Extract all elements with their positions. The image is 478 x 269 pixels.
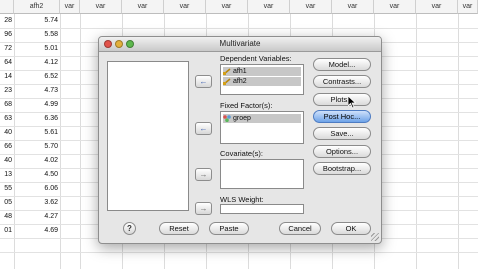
row-header-corner xyxy=(0,0,14,14)
fixed-factors-list[interactable]: groep xyxy=(220,111,304,144)
title-bar[interactable]: Multivariate xyxy=(99,37,381,52)
options-button[interactable]: Options... xyxy=(313,145,371,158)
multivariate-dialog: Multivariate ← ← → → Dependent Variables… xyxy=(98,36,382,244)
table-cell[interactable]: 4.69 xyxy=(14,224,58,238)
table-cell[interactable]: 4.02 xyxy=(14,154,58,168)
table-cell[interactable]: 68 xyxy=(0,98,12,112)
table-cell[interactable]: 55 xyxy=(0,182,12,196)
arrow-right-icon: → xyxy=(199,170,208,179)
cancel-button[interactable]: Cancel xyxy=(279,222,321,235)
plots-button[interactable]: Plots... xyxy=(313,93,371,106)
save-button[interactable]: Save... xyxy=(313,127,371,140)
reset-button[interactable]: Reset xyxy=(159,222,199,235)
nominal-variable-icon xyxy=(223,115,231,122)
table-cell[interactable]: 13 xyxy=(0,168,12,182)
column-header[interactable]: var xyxy=(122,0,164,14)
table-cell[interactable]: 66 xyxy=(0,140,12,154)
wls-weight-field[interactable] xyxy=(220,204,304,214)
ok-button[interactable]: OK xyxy=(331,222,371,235)
table-cell[interactable]: 4.27 xyxy=(14,210,58,224)
table-cell[interactable]: 63 xyxy=(0,112,12,126)
table-cell[interactable]: 01 xyxy=(0,224,12,238)
fixed-factors-label: Fixed Factor(s): xyxy=(220,101,273,110)
resize-grip[interactable] xyxy=(371,233,379,241)
move-to-fixed-factor-button[interactable]: ← xyxy=(195,122,212,135)
table-cell[interactable]: 3.62 xyxy=(14,196,58,210)
contrasts-button[interactable]: Contrasts... xyxy=(313,75,371,88)
column-header[interactable]: var xyxy=(374,0,416,14)
column-header[interactable]: var xyxy=(248,0,290,14)
table-cell[interactable]: 4.12 xyxy=(14,56,58,70)
covariates-list[interactable] xyxy=(220,159,304,189)
move-to-covariate-button[interactable]: → xyxy=(195,168,212,181)
column-header[interactable]: var xyxy=(206,0,248,14)
dependent-variables-list[interactable]: afh1 afh2 xyxy=(220,64,304,95)
bootstrap-button[interactable]: Bootstrap... xyxy=(313,162,371,175)
column-header[interactable]: var xyxy=(60,0,80,14)
list-item[interactable]: afh2 xyxy=(223,77,301,86)
scale-variable-icon xyxy=(223,78,231,85)
column-header[interactable]: var xyxy=(164,0,206,14)
column-header[interactable]: afh2 xyxy=(14,0,60,14)
column-header[interactable]: var xyxy=(332,0,374,14)
table-cell[interactable]: 6.06 xyxy=(14,182,58,196)
arrow-right-icon: → xyxy=(199,204,208,213)
column-header[interactable]: var xyxy=(80,0,122,14)
table-cell[interactable]: 6.36 xyxy=(14,112,58,126)
table-cell[interactable]: 48 xyxy=(0,210,12,224)
scale-variable-icon xyxy=(223,68,231,75)
arrow-left-icon: ← xyxy=(199,77,208,86)
table-cell[interactable]: 5.70 xyxy=(14,140,58,154)
table-cell[interactable]: 96 xyxy=(0,28,12,42)
model-button[interactable]: Model... xyxy=(313,58,371,71)
column-header[interactable]: var xyxy=(458,0,478,14)
move-to-wls-weight-button[interactable]: → xyxy=(195,202,212,215)
table-cell[interactable]: 72 xyxy=(0,42,12,56)
table-cell[interactable]: 5.58 xyxy=(14,28,58,42)
table-cell[interactable]: 5.01 xyxy=(14,42,58,56)
dependent-variables-label: Dependent Variables: xyxy=(220,54,292,63)
table-cell[interactable]: 64 xyxy=(0,56,12,70)
arrow-left-icon: ← xyxy=(199,124,208,133)
dialog-title: Multivariate xyxy=(219,39,261,48)
table-cell[interactable]: 23 xyxy=(0,84,12,98)
source-variable-list[interactable] xyxy=(107,61,189,211)
table-cell[interactable]: 5.61 xyxy=(14,126,58,140)
help-button[interactable]: ? xyxy=(123,222,136,235)
wls-weight-label: WLS Weight: xyxy=(220,195,264,204)
table-cell[interactable]: 05 xyxy=(0,196,12,210)
table-cell[interactable]: 4.73 xyxy=(14,84,58,98)
table-cell[interactable]: 4.99 xyxy=(14,98,58,112)
table-cell[interactable]: 5.74 xyxy=(14,14,58,28)
covariates-label: Covariate(s): xyxy=(220,149,263,158)
table-cell[interactable]: 40 xyxy=(0,126,12,140)
table-cell[interactable]: 6.52 xyxy=(14,70,58,84)
table-cell[interactable]: 14 xyxy=(0,70,12,84)
paste-button[interactable]: Paste xyxy=(209,222,249,235)
table-cell[interactable]: 4.50 xyxy=(14,168,58,182)
column-header[interactable]: var xyxy=(416,0,458,14)
table-cell[interactable]: 40 xyxy=(0,154,12,168)
table-cell[interactable]: 28 xyxy=(0,14,12,28)
move-to-dependent-button[interactable]: ← xyxy=(195,75,212,88)
column-header[interactable]: var xyxy=(290,0,332,14)
list-item[interactable]: groep xyxy=(223,114,301,123)
post-hoc-button[interactable]: Post Hoc... xyxy=(313,110,371,123)
list-item[interactable]: afh1 xyxy=(223,67,301,76)
